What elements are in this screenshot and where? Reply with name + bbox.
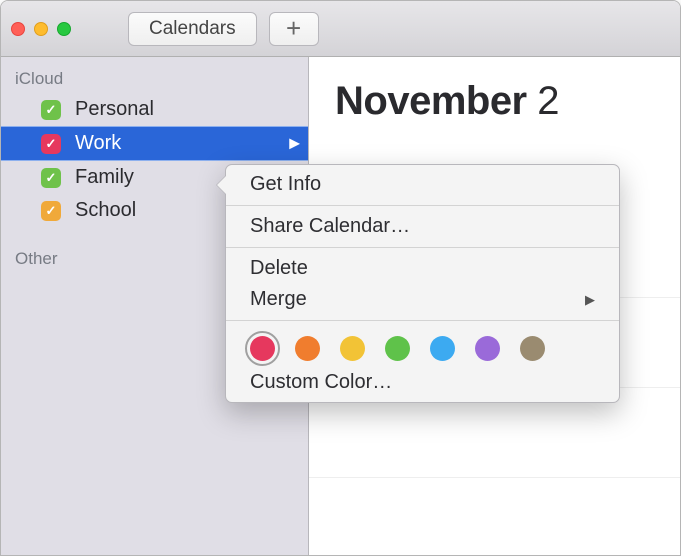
- menu-item-label: Custom Color…: [250, 371, 392, 394]
- menu-item-label: Share Calendar…: [250, 215, 410, 238]
- grid-line: [309, 477, 680, 478]
- menu-separator: [226, 320, 619, 321]
- color-swatch-green[interactable]: [385, 336, 410, 361]
- checkbox-icon[interactable]: ✓: [41, 201, 61, 221]
- chevron-right-icon: ▶: [289, 134, 300, 151]
- maximize-window-button[interactable]: [57, 22, 71, 36]
- sidebar-item-personal[interactable]: ✓ Personal: [1, 93, 308, 126]
- color-swatch-red[interactable]: [250, 336, 275, 361]
- calendars-toggle-label: Calendars: [149, 18, 236, 40]
- toolbar: Calendars +: [1, 1, 680, 57]
- calendar-label: Personal: [75, 98, 154, 121]
- context-menu: Get Info Share Calendar… Delete Merge ▶ …: [225, 164, 620, 403]
- menu-item-custom-color[interactable]: Custom Color…: [226, 367, 619, 398]
- color-swatch-orange[interactable]: [295, 336, 320, 361]
- menu-item-label: Get Info: [250, 173, 321, 196]
- app-window: Calendars + iCloud ✓ Personal ✓ Work ▶: [0, 0, 681, 556]
- menu-item-get-info[interactable]: Get Info: [226, 169, 619, 200]
- month-name: November: [335, 79, 527, 123]
- menu-separator: [226, 247, 619, 248]
- color-swatch-yellow[interactable]: [340, 336, 365, 361]
- menu-item-merge[interactable]: Merge ▶: [226, 284, 619, 315]
- calendar-label: Family: [75, 166, 134, 189]
- minimize-window-button[interactable]: [34, 22, 48, 36]
- color-swatch-purple[interactable]: [475, 336, 500, 361]
- checkmark-icon: ✓: [46, 170, 57, 186]
- menu-item-label: Merge: [250, 288, 307, 311]
- menu-item-delete[interactable]: Delete: [226, 253, 619, 284]
- add-event-button[interactable]: +: [269, 12, 319, 46]
- calendar-label: School: [75, 199, 136, 222]
- menu-item-label: Delete: [250, 257, 308, 280]
- plus-icon: +: [286, 13, 301, 44]
- checkbox-icon[interactable]: ✓: [41, 168, 61, 188]
- chevron-right-icon: ▶: [585, 292, 595, 308]
- calendar-label: Work: [75, 132, 121, 155]
- window-controls: [11, 22, 71, 36]
- color-swatch-brown[interactable]: [520, 336, 545, 361]
- month-title: November 2: [309, 57, 680, 124]
- checkbox-icon[interactable]: ✓: [41, 134, 61, 154]
- checkmark-icon: ✓: [46, 136, 57, 152]
- close-window-button[interactable]: [11, 22, 25, 36]
- menu-separator: [226, 205, 619, 206]
- checkmark-icon: ✓: [46, 203, 57, 219]
- menu-item-share-calendar[interactable]: Share Calendar…: [226, 211, 619, 242]
- sidebar-item-work[interactable]: ✓ Work ▶: [1, 126, 308, 161]
- color-swatch-blue[interactable]: [430, 336, 455, 361]
- checkmark-icon: ✓: [46, 102, 57, 118]
- checkbox-icon[interactable]: ✓: [41, 100, 61, 120]
- sidebar-group-icloud: iCloud: [1, 63, 308, 93]
- year-partial: 2: [537, 79, 559, 123]
- color-picker-row: [226, 326, 619, 367]
- calendars-toggle-button[interactable]: Calendars: [128, 12, 257, 46]
